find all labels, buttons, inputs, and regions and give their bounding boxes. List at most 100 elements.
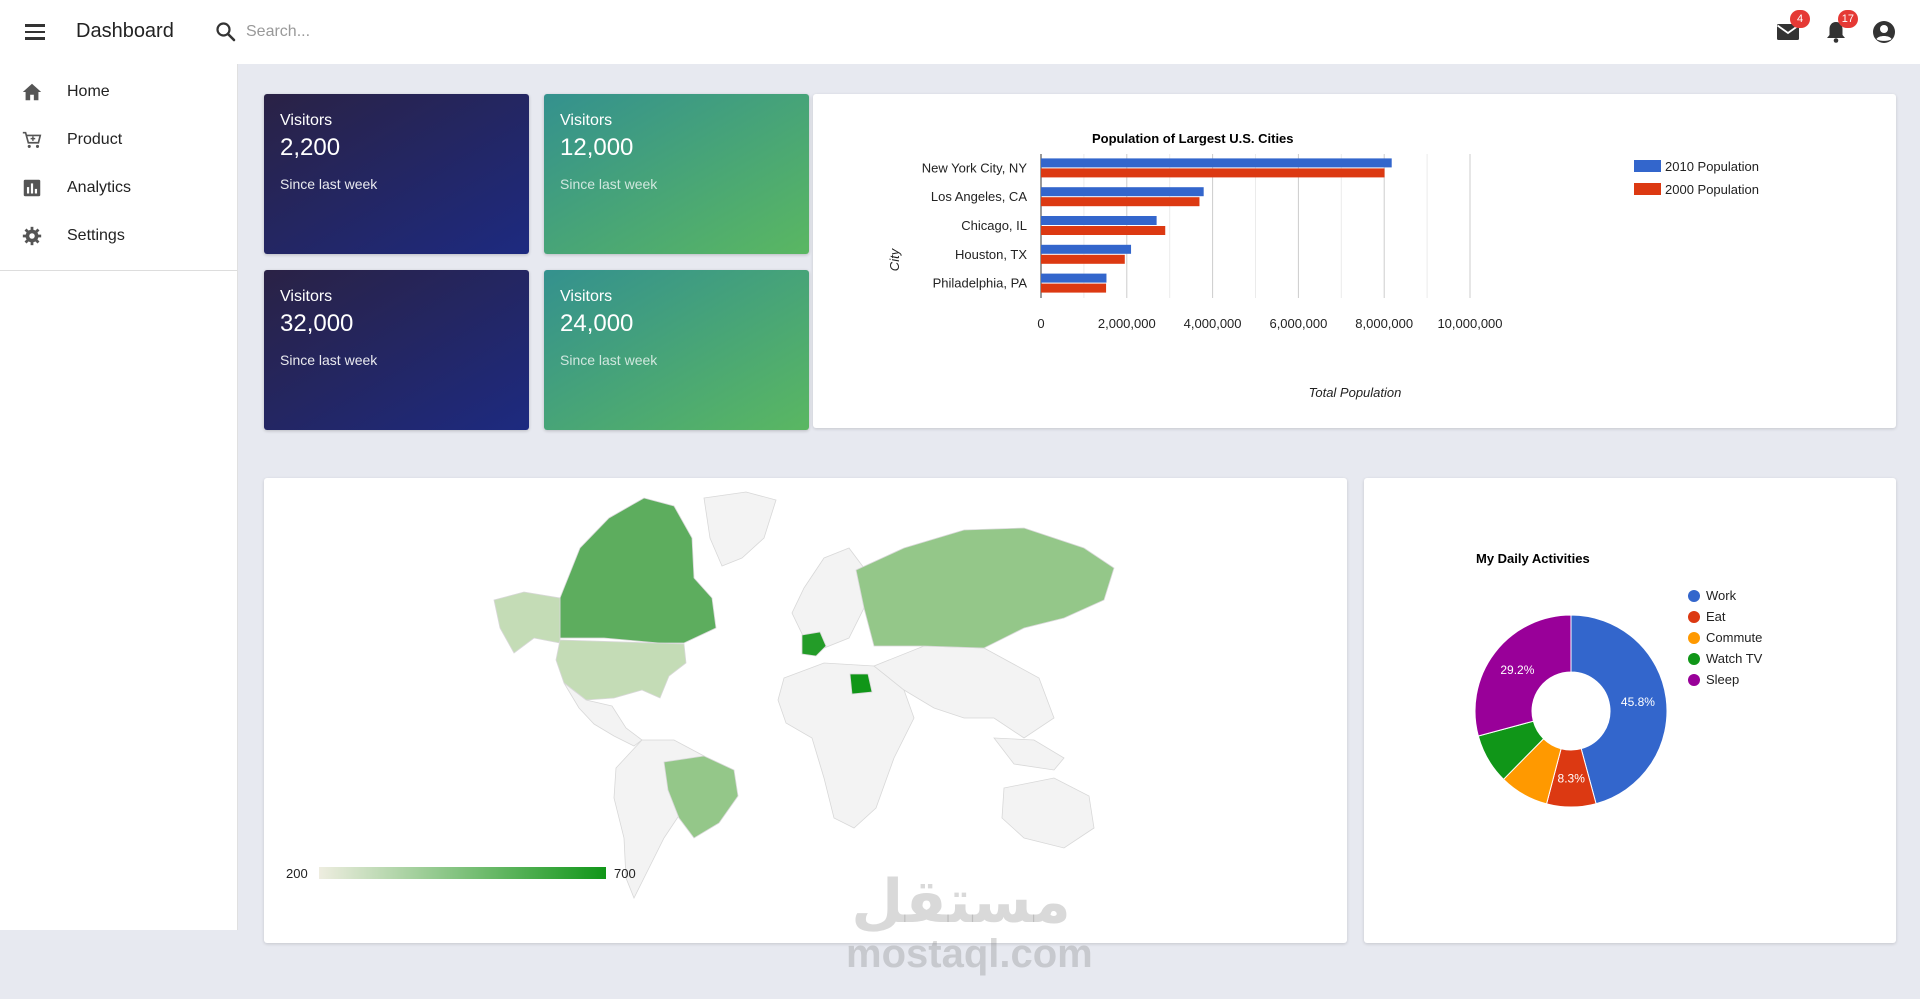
account-button[interactable]: [1870, 18, 1898, 46]
stat-label: Visitors: [560, 288, 613, 305]
map-scale-max: 700: [614, 866, 636, 881]
map-region-canada[interactable]: [559, 497, 717, 644]
category-label: Philadelphia, PA: [933, 276, 1028, 291]
sidebar-nav: Home Product Analytics Settings: [0, 64, 237, 271]
bar-2000: [1041, 168, 1385, 178]
account-circle-icon: [1873, 21, 1895, 43]
mail-badge: 4: [1790, 10, 1810, 28]
chart-title: Population of Largest U.S. Cities: [1092, 131, 1294, 146]
stat-subtitle: Since last week: [560, 176, 658, 192]
category-label: Los Angeles, CA: [931, 189, 1027, 204]
bar-2000: [1041, 197, 1200, 207]
legend-swatch: [1688, 674, 1700, 686]
chart-title: My Daily Activities: [1476, 551, 1590, 566]
map-region-brazil[interactable]: [663, 755, 739, 839]
pie-slice-label: 8.3%: [1558, 771, 1586, 785]
watermark-logo: مستقل mostaql.com: [846, 867, 1093, 976]
x-tick-label: 2,000,000: [1098, 316, 1156, 331]
pie-slice-label: 29.2%: [1500, 663, 1534, 677]
map-color-scale: [319, 867, 606, 879]
sidebar-item-settings[interactable]: Settings: [0, 212, 237, 260]
x-tick-label: 0: [1037, 316, 1044, 331]
map-region-usa[interactable]: [555, 639, 687, 701]
x-tick-label: 10,000,000: [1437, 316, 1502, 331]
sidebar: Home Product Analytics Settings: [0, 64, 238, 930]
mail-button[interactable]: 4: [1774, 10, 1810, 46]
activities-chart-panel: My Daily Activities 45.8% 8.3% 29.2% Work E…: [1364, 478, 1896, 943]
sidebar-item-product[interactable]: Product: [0, 116, 237, 164]
sidebar-item-label: Home: [67, 83, 110, 100]
sidebar-item-home[interactable]: Home: [0, 68, 237, 116]
stat-label: Visitors: [280, 112, 333, 129]
legend-swatch: [1634, 160, 1661, 172]
notifications-badge: 17: [1837, 10, 1858, 28]
legend-label: 2010 Population: [1665, 159, 1759, 174]
map-scale-min: 200: [286, 866, 308, 881]
app-bar: Dashboard 4 17: [0, 0, 1920, 64]
map-region-alaska[interactable]: [493, 591, 561, 654]
chart-icon: [20, 176, 44, 200]
legend-label: Sleep: [1706, 672, 1739, 687]
map-region-southeast-asia[interactable]: [993, 737, 1065, 771]
stat-value: 12,000: [560, 134, 634, 161]
population-bar-chart: Population of Largest U.S. Cities City T…: [887, 131, 1759, 400]
app-title: Dashboard: [76, 20, 174, 42]
watermark-arabic: مستقل: [851, 867, 1071, 937]
stat-card: Visitors 24,000 Since last week: [544, 270, 809, 430]
world-map: 200 700: [286, 491, 1115, 899]
x-tick-label: 6,000,000: [1269, 316, 1327, 331]
gear-icon: [20, 224, 44, 248]
stat-value: 24,000: [560, 310, 634, 337]
legend-label: Commute: [1706, 630, 1762, 645]
bar-2010: [1041, 244, 1132, 254]
sidebar-item-label: Product: [67, 131, 123, 148]
x-tick-label: 4,000,000: [1184, 316, 1242, 331]
bar-2010: [1041, 273, 1107, 283]
home-icon: [20, 80, 44, 104]
map-region-europe[interactable]: [791, 547, 865, 649]
map-region-egypt[interactable]: [849, 673, 873, 695]
stat-value: 32,000: [280, 310, 354, 337]
sidebar-item-analytics[interactable]: Analytics: [0, 164, 237, 212]
bar-2010: [1041, 187, 1204, 197]
pie-slice-label: 45.8%: [1621, 695, 1655, 709]
bar-2000: [1041, 283, 1107, 293]
population-chart-panel: Population of Largest U.S. Cities City T…: [813, 94, 1896, 428]
bar-2000: [1041, 254, 1125, 264]
stat-card: Visitors 12,000 Since last week: [544, 94, 809, 254]
legend-swatch: [1634, 183, 1661, 195]
search-input[interactable]: [246, 17, 546, 47]
daily-activities-donut-chart: My Daily Activities 45.8% 8.3% 29.2% Work E…: [1474, 551, 1763, 808]
x-axis-title: Total Population: [1309, 385, 1402, 400]
search-icon: [216, 22, 236, 42]
stat-card: Visitors 2,200 Since last week: [264, 94, 529, 254]
map-region-greenland[interactable]: [703, 491, 777, 567]
legend-swatch: [1688, 611, 1700, 623]
map-region-australia[interactable]: [1001, 777, 1095, 849]
map-region-russia[interactable]: [855, 527, 1115, 649]
category-label: Chicago, IL: [961, 218, 1027, 233]
legend-label: 2000 Population: [1665, 182, 1759, 197]
menu-icon[interactable]: [22, 20, 48, 44]
sidebar-item-label: Analytics: [67, 179, 132, 196]
legend-swatch: [1688, 632, 1700, 644]
stat-subtitle: Since last week: [280, 176, 378, 192]
stat-label: Visitors: [280, 288, 333, 305]
stat-card: Visitors 32,000 Since last week: [264, 270, 529, 430]
x-tick-label: 8,000,000: [1355, 316, 1413, 331]
sidebar-item-label: Settings: [67, 227, 125, 244]
geo-map-panel: 200 700: [264, 478, 1347, 943]
stat-subtitle: Since last week: [560, 352, 658, 368]
map-region-africa[interactable]: [777, 662, 915, 829]
legend-label: Eat: [1706, 609, 1726, 624]
y-axis-title: City: [887, 247, 902, 271]
stat-label: Visitors: [560, 112, 613, 129]
notifications-button[interactable]: 17: [1822, 10, 1858, 46]
legend-label: Work: [1706, 588, 1737, 603]
watermark-latin: mostaql.com: [846, 932, 1093, 976]
stat-value: 2,200: [280, 134, 341, 161]
legend-swatch: [1688, 653, 1700, 665]
legend-swatch: [1688, 590, 1700, 602]
cart-icon: [20, 128, 44, 152]
bar-2010: [1041, 216, 1157, 225]
